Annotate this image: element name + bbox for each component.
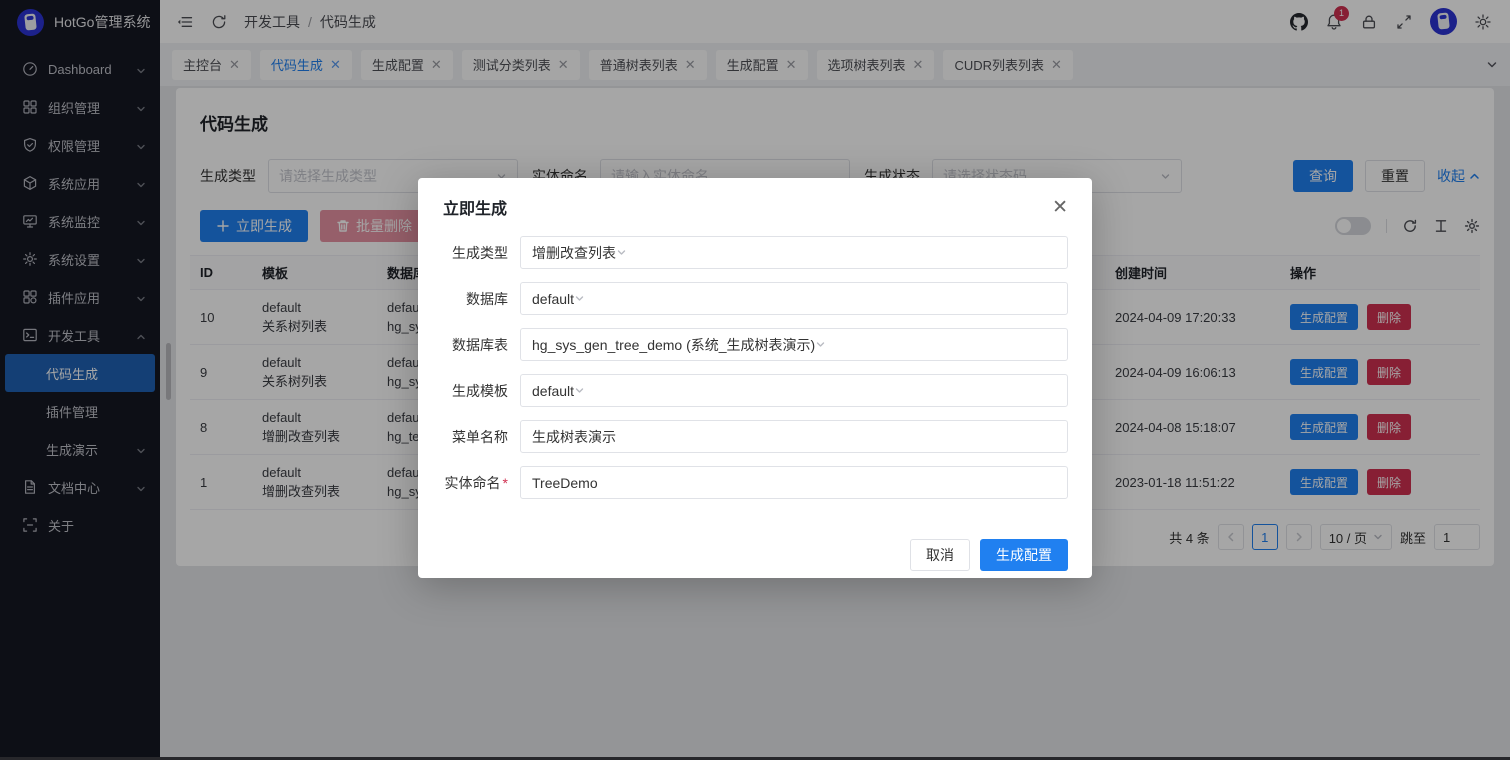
modal-field-生成类型: 生成类型增删改查列表: [443, 236, 1068, 269]
chevron-down-icon: [616, 245, 627, 261]
modal-input-菜单名称[interactable]: [520, 420, 1068, 453]
modal-select-数据库表[interactable]: hg_sys_gen_tree_demo (系统_生成树表演示): [520, 328, 1068, 361]
cancel-button[interactable]: 取消: [910, 539, 970, 571]
close-icon[interactable]: ✕: [1052, 198, 1068, 217]
modal-footer: 取消 生成配置: [443, 539, 1068, 571]
chevron-down-icon: [815, 337, 826, 353]
modal-field-数据库表: 数据库表hg_sys_gen_tree_demo (系统_生成树表演示): [443, 328, 1068, 361]
modal-body: 生成类型增删改查列表数据库default 数据库表hg_sys_gen_tree_…: [443, 236, 1068, 499]
modal-field-菜单名称: 菜单名称: [443, 420, 1068, 453]
modal-field-生成模板: 生成模板default: [443, 374, 1068, 407]
modal-title: 立即生成: [443, 195, 507, 219]
modal-input-实体命名[interactable]: [520, 466, 1068, 499]
chevron-down-icon: [574, 291, 585, 307]
generate-now-modal: 立即生成 ✕ 生成类型增删改查列表数据库default 数据库表hg_sys_ge…: [418, 178, 1092, 578]
modal-header: 立即生成 ✕: [443, 195, 1068, 219]
modal-select-生成模板[interactable]: default: [520, 374, 1068, 407]
modal-field-数据库: 数据库default: [443, 282, 1068, 315]
modal-field-实体命名: 实体命名*: [443, 466, 1068, 499]
modal-submit-button[interactable]: 生成配置: [980, 539, 1068, 571]
modal-select-生成类型[interactable]: 增删改查列表: [520, 236, 1068, 269]
modal-select-数据库[interactable]: default: [520, 282, 1068, 315]
chevron-down-icon: [574, 383, 585, 399]
